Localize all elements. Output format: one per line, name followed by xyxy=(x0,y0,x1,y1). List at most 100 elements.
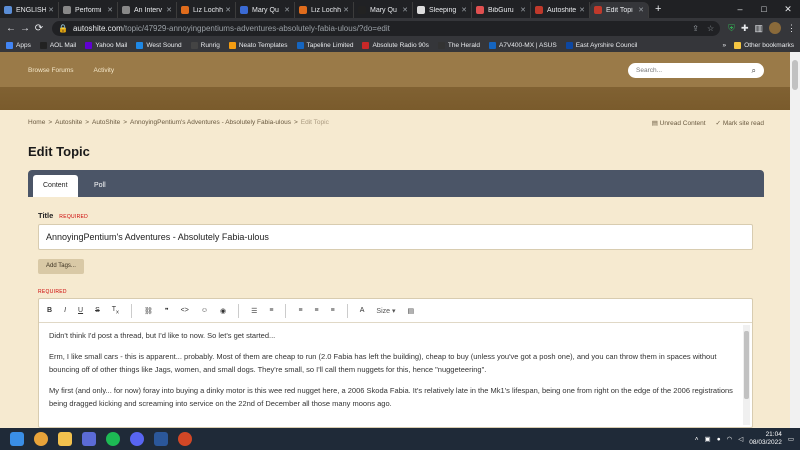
page-scrollbar[interactable] xyxy=(790,52,800,428)
discord-icon[interactable] xyxy=(130,432,144,446)
reload-icon[interactable]: ⟳ xyxy=(32,23,46,34)
browser-tab[interactable]: Edit Topi ✕ xyxy=(590,2,649,18)
maximize-icon[interactable]: □ xyxy=(752,0,776,18)
search-icon[interactable]: ⌕ xyxy=(752,66,756,76)
quote-icon[interactable]: ❞ xyxy=(165,307,169,315)
source-document-icon[interactable]: ▤ xyxy=(408,307,415,315)
browser-tab[interactable]: Sleeping ✕ xyxy=(413,2,472,18)
breadcrumb-autoshite-forum[interactable]: AutoShite xyxy=(92,119,120,126)
close-tab-icon[interactable]: ✕ xyxy=(225,6,231,14)
font-color-icon[interactable]: A xyxy=(360,307,365,314)
browser-tab[interactable]: An Interv ✕ xyxy=(118,2,177,18)
chrome-taskbar-icon[interactable] xyxy=(34,432,48,446)
browser-tab[interactable]: BibGuru ✕ xyxy=(472,2,531,18)
bookmarks-overflow-icon[interactable]: » xyxy=(723,42,727,49)
close-window-icon[interactable]: ✕ xyxy=(776,0,800,18)
profile-avatar[interactable] xyxy=(769,22,781,34)
minimize-icon[interactable]: – xyxy=(728,0,752,18)
bookmark-item[interactable]: Absolute Radio 90s xyxy=(362,41,429,49)
wifi-icon[interactable]: ◠ xyxy=(727,435,733,443)
breadcrumb-autoshite[interactable]: Autoshite xyxy=(55,119,82,126)
nvidia-icon[interactable]: ▣ xyxy=(705,435,711,443)
bookmark-item[interactable]: East Ayrshire Council xyxy=(565,41,637,49)
italic-icon[interactable]: I xyxy=(64,307,66,314)
browser-tab[interactable]: Liz Lochh ✕ xyxy=(177,2,236,18)
align-center-icon[interactable]: ≡ xyxy=(315,307,319,314)
bookmark-item[interactable]: Tapeline Limited xyxy=(296,41,353,49)
back-icon[interactable]: ← xyxy=(4,23,18,34)
bookmark-item[interactable]: Apps xyxy=(6,41,31,49)
code-icon[interactable]: <> xyxy=(181,307,189,314)
bookmark-item[interactable]: Runrig xyxy=(190,41,220,49)
bookmark-item[interactable]: A7V400-MX | ASUS xyxy=(489,41,557,49)
forward-icon[interactable]: → xyxy=(18,23,32,34)
rich-text-editor[interactable]: B I U S Tx ⛓ ❞ <> ☺ ◉ ☰ ≡ ≡ ≡ ≡ A Size ▾… xyxy=(38,298,753,428)
nav-browse-forums[interactable]: Browse Forums xyxy=(28,67,74,74)
bookmark-item[interactable]: Yahoo Mail xyxy=(85,41,127,49)
breadcrumb-home[interactable]: Home xyxy=(28,119,45,126)
close-tab-icon[interactable]: ✕ xyxy=(461,6,467,14)
close-tab-icon[interactable]: ✕ xyxy=(520,6,526,14)
site-search-input[interactable]: Search... ⌕ xyxy=(628,63,764,78)
browser-tab[interactable]: Liz Lochh ✕ xyxy=(295,2,354,18)
close-tab-icon[interactable]: ✕ xyxy=(638,6,644,14)
app-taskbar-icon[interactable] xyxy=(82,432,96,446)
browser-tab[interactable]: Performi ✕ xyxy=(59,2,118,18)
tab-content[interactable]: Content xyxy=(33,175,78,197)
other-bookmarks[interactable]: Other bookmarks xyxy=(734,41,794,49)
nav-activity[interactable]: Activity xyxy=(94,67,115,74)
powerpoint-icon[interactable] xyxy=(178,432,192,446)
close-tab-icon[interactable]: ✕ xyxy=(166,6,172,14)
font-size-dropdown[interactable]: Size ▾ xyxy=(376,307,395,315)
title-input[interactable]: AnnoyingPentium's Adventures - Absolutel… xyxy=(38,224,753,250)
extensions-puzzle-icon[interactable]: ✚ xyxy=(741,23,749,34)
bookmark-item[interactable]: West Sound xyxy=(136,41,182,49)
browser-tab[interactable]: ENGLISH ✕ xyxy=(0,2,59,18)
link-icon[interactable]: ⛓ xyxy=(144,307,153,315)
notification-icon[interactable]: ▭ xyxy=(788,435,794,443)
strikethrough-icon[interactable]: S xyxy=(95,307,100,314)
editor-body[interactable]: Didn't think I'd post a thread, but I'd … xyxy=(49,329,739,418)
chrome-menu-icon[interactable]: ⋮ xyxy=(787,23,796,34)
file-explorer-icon[interactable] xyxy=(58,432,72,446)
close-tab-icon[interactable]: ✕ xyxy=(284,6,290,14)
clear-format-icon[interactable]: Tx xyxy=(112,306,119,315)
close-tab-icon[interactable]: ✕ xyxy=(579,6,585,14)
volume-icon[interactable]: ◁ xyxy=(738,435,743,443)
editor-scrollbar[interactable] xyxy=(743,325,750,425)
numbered-list-icon[interactable]: ≡ xyxy=(269,307,273,314)
new-tab-button[interactable]: + xyxy=(649,2,667,18)
browser-tab[interactable]: Autoshite ✕ xyxy=(531,2,590,18)
address-bar[interactable]: 🔒 autoshite.com /topic/47929-annoyingpen… xyxy=(52,20,721,36)
tray-chevron-icon[interactable]: ˄ xyxy=(695,436,699,443)
editor-scroll-thumb[interactable] xyxy=(744,331,749,399)
share-icon[interactable]: ⇪ xyxy=(692,24,699,33)
page-scroll-thumb[interactable] xyxy=(792,60,798,90)
browser-tab[interactable]: Mary Qu ✕ xyxy=(236,2,295,18)
spotify-tray-icon[interactable]: ● xyxy=(717,436,721,443)
unread-content-link[interactable]: ▤ Unread Content xyxy=(652,119,706,127)
add-tags-button[interactable]: Add Tags... xyxy=(38,259,84,274)
word-icon[interactable] xyxy=(154,432,168,446)
bookmark-item[interactable]: The Herald xyxy=(437,41,480,49)
emoji-icon[interactable]: ☺ xyxy=(201,307,208,314)
align-left-icon[interactable]: ≡ xyxy=(298,307,302,314)
browser-tab[interactable]: Mary Qu ✕ xyxy=(354,2,413,18)
breadcrumb-topic[interactable]: AnnoyingPentium's Adventures - Absolutel… xyxy=(130,119,291,126)
tab-poll[interactable]: Poll xyxy=(84,175,116,197)
shield-extension-icon[interactable]: ⛨ xyxy=(728,23,735,34)
underline-icon[interactable]: U xyxy=(78,307,83,314)
bookmark-item[interactable]: AOL Mail xyxy=(39,41,76,49)
close-tab-icon[interactable]: ✕ xyxy=(107,6,113,14)
close-tab-icon[interactable]: ✕ xyxy=(48,6,54,14)
clock[interactable]: 21:04 08/03/2022 xyxy=(749,431,782,447)
spotify-icon[interactable] xyxy=(106,432,120,446)
bullet-list-icon[interactable]: ☰ xyxy=(251,307,257,315)
sidebar-icon[interactable]: ▥ xyxy=(754,23,763,34)
close-tab-icon[interactable]: ✕ xyxy=(402,6,408,14)
close-tab-icon[interactable]: ✕ xyxy=(343,6,349,14)
align-right-icon[interactable]: ≡ xyxy=(331,307,335,314)
mark-site-read-link[interactable]: ✓ Mark site read xyxy=(716,119,764,127)
bold-icon[interactable]: B xyxy=(47,307,52,314)
bookmark-star-icon[interactable]: ☆ xyxy=(707,24,714,33)
